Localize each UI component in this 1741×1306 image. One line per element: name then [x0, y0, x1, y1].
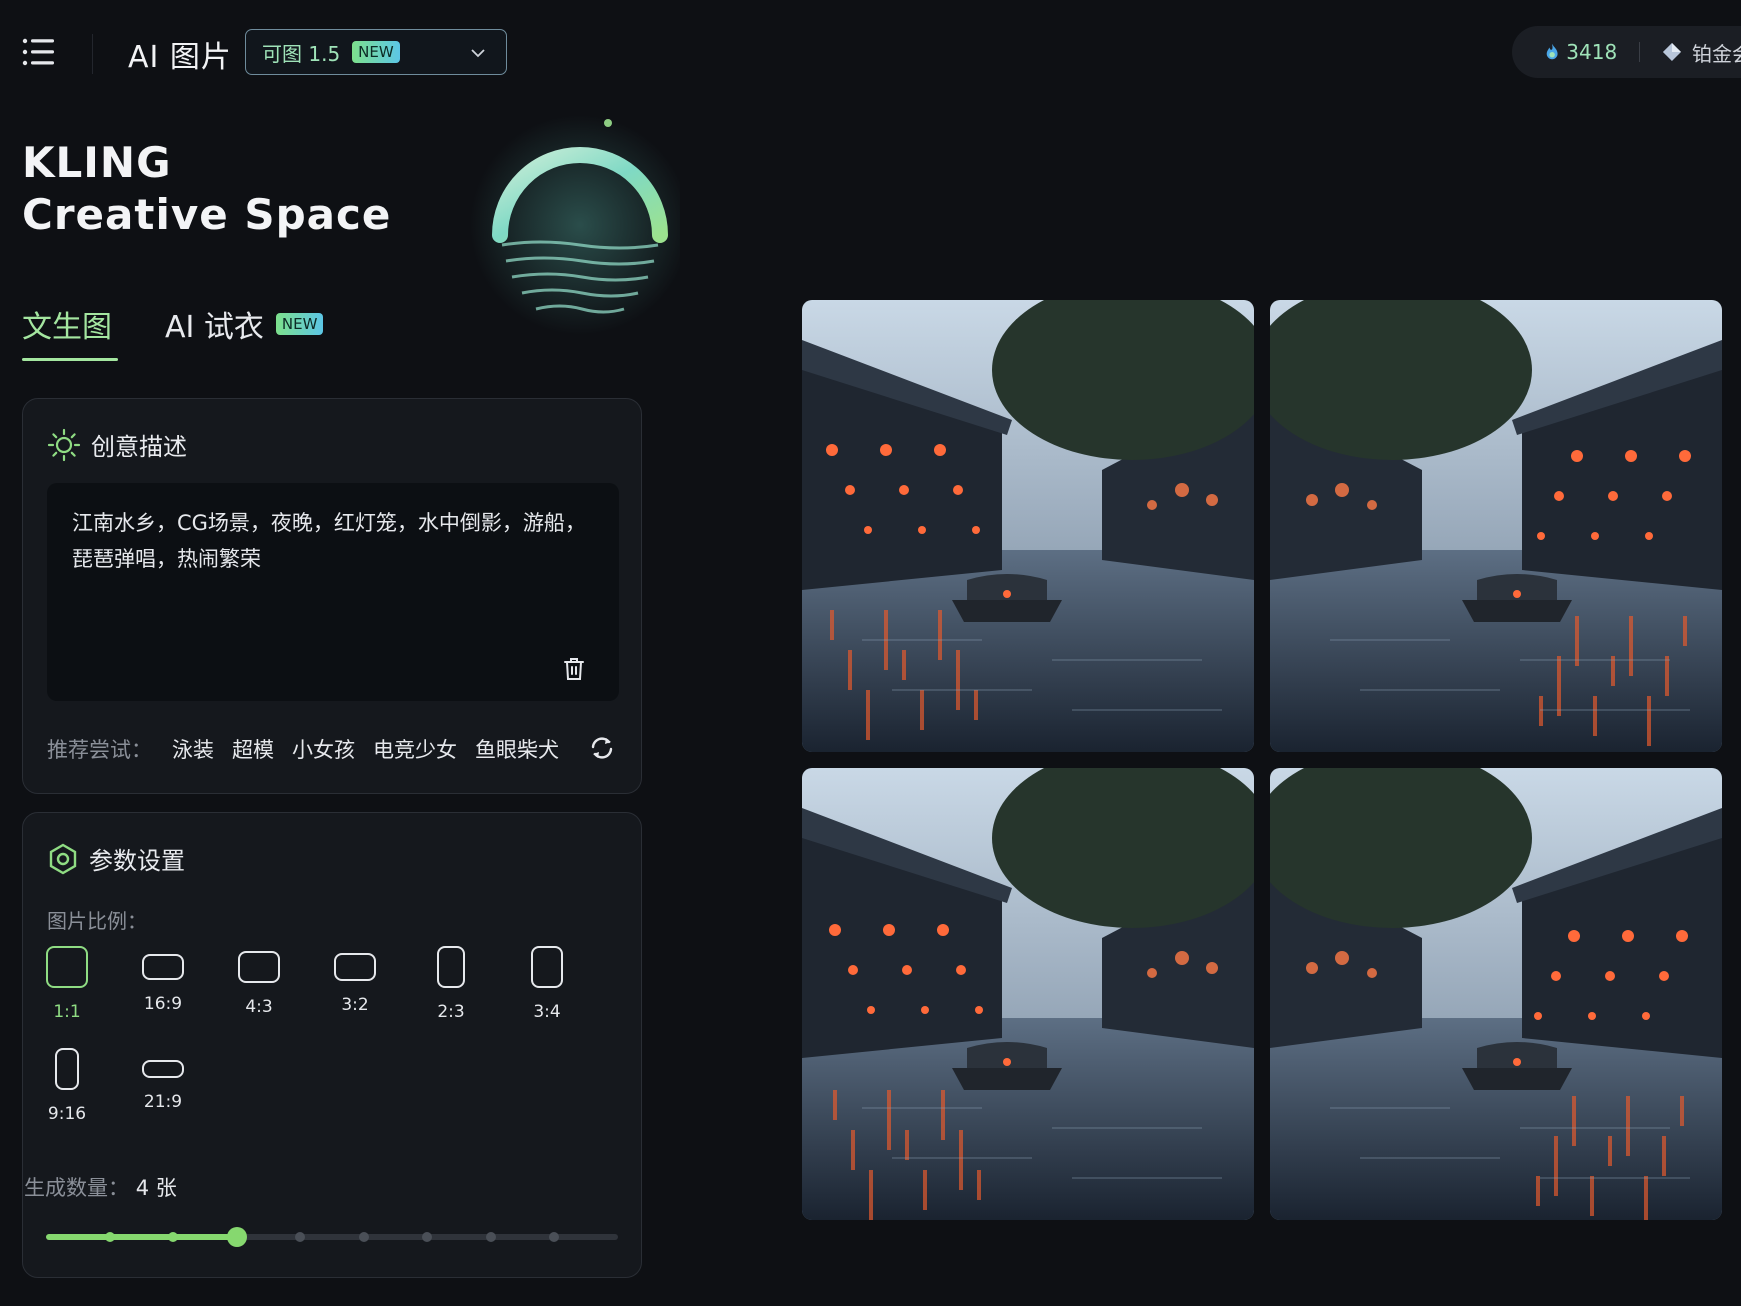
- count-slider-step[interactable]: [358, 1232, 369, 1242]
- ratio-label-text: 9:16: [47, 1104, 87, 1124]
- generated-image[interactable]: [802, 768, 1254, 1220]
- points-count: 3418: [1566, 40, 1618, 64]
- prompt-panel-title: 创意描述: [91, 433, 187, 461]
- flame-icon: [1546, 43, 1558, 60]
- menu-icon[interactable]: [22, 38, 56, 66]
- brand-title: KLING: [22, 138, 172, 187]
- count-row: 生成数量： 4 张: [24, 1172, 177, 1202]
- ratio-shape: [142, 1060, 184, 1078]
- sun-icon: [47, 428, 81, 461]
- ratio-option-4-3[interactable]: 4:3: [224, 946, 294, 1017]
- tab-new-badge: NEW: [275, 313, 324, 335]
- tab-ai-try-on-label: AI 试衣: [165, 310, 264, 345]
- prompt-panel-header: 创意描述: [47, 427, 187, 462]
- ratio-shape: [142, 954, 184, 980]
- ratio-shape: [334, 953, 376, 981]
- model-new-badge: NEW: [352, 41, 400, 63]
- count-slider-step[interactable]: [104, 1232, 115, 1242]
- count-slider-fill: [46, 1234, 237, 1240]
- recommend-item[interactable]: 鱼眼柴犬: [475, 734, 559, 764]
- tab-text-to-image[interactable]: 文生图: [22, 302, 112, 346]
- prompt-text-line: 江南水乡，CG场景，夜晚，红灯笼，水中倒影，游船，: [72, 511, 586, 535]
- prompt-panel: 创意描述 江南水乡，CG场景，夜晚，红灯笼，水中倒影，游船， 琵琶弹唱，热闹繁荣…: [22, 398, 642, 794]
- ratio-label-text: 1:1: [53, 1002, 81, 1022]
- generated-image[interactable]: [1270, 768, 1722, 1220]
- account-divider: [1639, 42, 1641, 62]
- header-divider: [92, 34, 93, 74]
- account-bar[interactable]: 3418 铂金会员: [1512, 26, 1741, 78]
- count-slider-handle[interactable]: [226, 1227, 247, 1247]
- recommend-row: 推荐尝试： 泳装 超模 小女孩 电竞少女 鱼眼柴犬: [47, 734, 577, 764]
- ratio-label-text: 2:3: [437, 1002, 465, 1022]
- ratio-option-9-16[interactable]: 9:16: [32, 1048, 102, 1124]
- ratio-option-2-3[interactable]: 2:3: [416, 946, 486, 1022]
- ratio-option-1-1[interactable]: 1:1: [32, 946, 102, 1022]
- params-panel-title: 参数设置: [89, 847, 185, 875]
- ratio-label: 图片比例：: [47, 909, 147, 933]
- params-panel-header: 参数设置: [47, 841, 185, 876]
- ratio-label-text: 16:9: [143, 994, 183, 1014]
- prompt-text-line: 琵琶弹唱，热闹繁荣: [72, 547, 261, 571]
- app-title: AI 图片: [128, 40, 232, 75]
- ratio-shape: [437, 946, 465, 988]
- prompt-textarea[interactable]: 江南水乡，CG场景，夜晚，红灯笼，水中倒影，游船， 琵琶弹唱，热闹繁荣: [47, 483, 619, 701]
- ratio-label-text: 4:3: [245, 997, 273, 1017]
- ratio-option-16-9[interactable]: 16:9: [128, 946, 198, 1014]
- ratio-shape: [238, 951, 280, 983]
- ratio-shape: [531, 946, 563, 988]
- chevron-down-icon: [471, 49, 485, 58]
- ratio-shape: [55, 1048, 79, 1090]
- ratio-option-3-4[interactable]: 3:4: [512, 946, 582, 1022]
- brand-ring-illustration: [470, 115, 680, 335]
- ratio-shape: [46, 946, 88, 988]
- recommend-item[interactable]: 泳装: [172, 734, 214, 764]
- tab-active-indicator: [22, 358, 118, 361]
- tab-ai-try-on[interactable]: AI 试衣 NEW: [165, 302, 324, 346]
- refresh-icon[interactable]: [589, 735, 615, 761]
- hexagon-icon: [49, 843, 77, 874]
- brand-subtitle: Creative Space: [22, 190, 392, 239]
- ratio-label-text: 3:4: [533, 1002, 561, 1022]
- params-panel: 参数设置 图片比例：: [22, 812, 642, 1278]
- count-value: 4 张: [135, 1176, 177, 1200]
- recommend-item[interactable]: 小女孩: [292, 734, 355, 764]
- ratio-option-3-2[interactable]: 3:2: [320, 946, 390, 1015]
- ratio-option-21-9[interactable]: 21:9: [128, 1048, 198, 1112]
- generated-image[interactable]: [802, 300, 1254, 752]
- model-label: 可图 1.5: [262, 41, 341, 66]
- recommend-label: 推荐尝试：: [47, 738, 152, 762]
- ratio-label-text: 21:9: [143, 1092, 183, 1112]
- count-slider-step[interactable]: [485, 1232, 496, 1242]
- ratio-label-text: 3:2: [341, 995, 369, 1015]
- recommend-item[interactable]: 电竞少女: [373, 734, 457, 764]
- generated-image[interactable]: [1270, 300, 1722, 752]
- trash-icon[interactable]: [563, 657, 585, 681]
- diamond-icon: [1662, 42, 1682, 62]
- membership-tier: 铂金会员: [1692, 41, 1741, 66]
- count-label: 生成数量：: [24, 1176, 129, 1200]
- recommend-item[interactable]: 超模: [232, 734, 274, 764]
- model-select[interactable]: 可图 1.5 NEW: [245, 29, 507, 75]
